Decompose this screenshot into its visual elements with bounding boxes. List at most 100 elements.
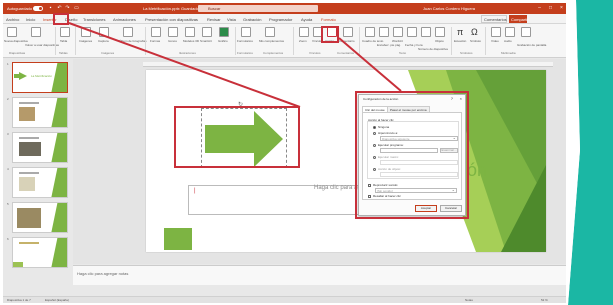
textbox-icon[interactable] bbox=[365, 27, 375, 37]
slide-thumbnail-4[interactable] bbox=[12, 167, 68, 198]
reuse-slides-icon[interactable] bbox=[31, 27, 41, 37]
symbol-icon[interactable]: Ω bbox=[471, 27, 481, 37]
new-slide-icon[interactable] bbox=[7, 27, 17, 37]
photo-album-icon[interactable] bbox=[123, 27, 133, 37]
screenshot-label: Captura bbox=[98, 39, 109, 43]
search-box[interactable]: Buscar bbox=[198, 5, 318, 12]
highlight-arrow-shape bbox=[174, 106, 300, 168]
date-time-icon[interactable] bbox=[407, 27, 417, 37]
symbol-label: Símbolo bbox=[470, 39, 482, 43]
thumb-title bbox=[19, 242, 39, 244]
menu-transiciones[interactable]: Transiciones bbox=[83, 17, 106, 22]
menu-ayuda[interactable]: Ayuda bbox=[301, 17, 312, 22]
forms-label: Formularios bbox=[237, 39, 253, 43]
green-square-shape[interactable] bbox=[164, 228, 192, 250]
group-separator bbox=[145, 27, 146, 55]
menu-revisar[interactable]: Revisar bbox=[207, 17, 221, 22]
menu-presentacion[interactable]: Presentación con diapositivas bbox=[145, 17, 198, 22]
wordart-icon[interactable] bbox=[393, 27, 403, 37]
smartart-icon[interactable] bbox=[202, 27, 212, 37]
icons-label: Iconos bbox=[168, 39, 177, 43]
slide-thumbnail-3[interactable] bbox=[12, 132, 68, 163]
slide-thumbnail-1[interactable]: La Metrificación bbox=[12, 62, 68, 93]
notes-pane[interactable]: Haga clic para agregar notas bbox=[73, 265, 566, 285]
language-status[interactable]: Español (España) bbox=[45, 298, 69, 302]
header-footer-icon[interactable] bbox=[379, 27, 389, 37]
menu-programador[interactable]: Programador bbox=[269, 17, 292, 22]
object-label: Objeto bbox=[435, 39, 444, 43]
group-separator bbox=[359, 27, 360, 55]
screen-recording-icon[interactable] bbox=[521, 27, 531, 37]
green-shape bbox=[51, 168, 67, 197]
teal-decorative-shape bbox=[566, 0, 613, 305]
screenshot-icon[interactable] bbox=[99, 27, 109, 37]
screen-recording-label: Grabación de pantalla bbox=[517, 43, 547, 47]
slide-thumbnail-2[interactable] bbox=[12, 97, 68, 128]
menu-formato[interactable]: Formato bbox=[321, 17, 336, 22]
comments-button[interactable]: Comentarios bbox=[481, 15, 507, 23]
undo-icon[interactable]: ↶ bbox=[56, 5, 63, 12]
text-cursor: | bbox=[194, 188, 196, 194]
slide-canvas: La Metrificación Haga clic para agregar … bbox=[73, 59, 566, 264]
my-addins-label: Mis complementos bbox=[259, 39, 285, 43]
slide-info: Diapositiva 1 de 7 bbox=[7, 298, 31, 302]
zoom-label: Zoom bbox=[299, 39, 307, 43]
arrow-shape bbox=[19, 72, 27, 80]
wordart-label: WordArt bbox=[392, 39, 403, 43]
screenshot-stage: Autoguardado ▪ ↶ ↷ ▭ La Metrificación.pp… bbox=[0, 0, 613, 305]
minimize-icon[interactable]: – bbox=[536, 5, 543, 12]
horizontal-ruler bbox=[143, 62, 553, 67]
save-icon[interactable]: ▪ bbox=[47, 5, 54, 12]
slide-number-icon[interactable] bbox=[421, 27, 431, 37]
object-icon[interactable] bbox=[435, 27, 445, 37]
group-label-comments: Comentarios bbox=[337, 51, 355, 55]
green-shape bbox=[51, 63, 67, 92]
menu-archivo[interactable]: Archivo bbox=[6, 17, 19, 22]
group-label-forms: Formularios bbox=[237, 51, 253, 55]
thumb-number: 6 bbox=[7, 237, 9, 241]
slide-thumbnails-pane: 1 La Metrificación 2 3 4 5 6 bbox=[3, 59, 73, 269]
ribbon-insert: Nueva diapositiva Volver a usar diaposit… bbox=[3, 24, 566, 58]
group-label-addins: Complementos bbox=[263, 51, 284, 55]
forms-icon[interactable] bbox=[241, 27, 251, 37]
group-separator bbox=[293, 27, 294, 55]
audio-icon[interactable] bbox=[505, 27, 515, 37]
3d-models-label: Modelos 3D bbox=[183, 39, 200, 43]
menu-grabacion[interactable]: Grabación bbox=[243, 17, 261, 22]
close-icon[interactable]: × bbox=[558, 5, 565, 12]
notes-toggle[interactable]: Notas bbox=[465, 298, 473, 302]
chart-icon[interactable] bbox=[219, 27, 229, 37]
thumb-title bbox=[19, 102, 39, 104]
status-bar: Diapositiva 1 de 7 Español (España) Nota… bbox=[3, 296, 566, 303]
table-icon[interactable] bbox=[60, 27, 70, 37]
group-separator bbox=[75, 27, 76, 55]
equation-icon[interactable]: π bbox=[457, 27, 467, 37]
autosave-toggle[interactable] bbox=[33, 6, 43, 11]
3d-models-icon[interactable] bbox=[185, 27, 195, 37]
redo-icon[interactable]: ↷ bbox=[64, 5, 71, 12]
comment-icon[interactable] bbox=[343, 27, 353, 37]
slide-thumbnail-6[interactable] bbox=[12, 237, 68, 268]
menu-inicio[interactable]: Inicio bbox=[26, 17, 35, 22]
thumb-image bbox=[19, 177, 35, 191]
green-shape bbox=[51, 203, 67, 232]
shapes-icon[interactable] bbox=[151, 27, 161, 37]
my-addins-icon[interactable] bbox=[265, 27, 275, 37]
icons-icon[interactable] bbox=[168, 27, 178, 37]
maximize-icon[interactable]: □ bbox=[547, 5, 554, 12]
reuse-slides-label: Volver a usar diapositivas bbox=[25, 43, 60, 47]
share-button[interactable]: Compartir bbox=[509, 15, 529, 23]
thumb-number: 4 bbox=[7, 167, 9, 171]
audio-label: Audio bbox=[504, 39, 512, 43]
group-label-media: Multimedia bbox=[501, 51, 516, 55]
zoom-level[interactable]: 52 % bbox=[541, 298, 548, 302]
menu-animaciones[interactable]: Animaciones bbox=[113, 17, 136, 22]
highlight-insert-tab bbox=[53, 13, 69, 25]
images-icon[interactable] bbox=[81, 27, 91, 37]
group-label-links: Vínculos bbox=[309, 51, 321, 55]
menu-vista[interactable]: Vista bbox=[227, 17, 236, 22]
video-icon[interactable] bbox=[491, 27, 501, 37]
present-icon[interactable]: ▭ bbox=[73, 5, 80, 12]
slide-thumbnail-5[interactable] bbox=[12, 202, 68, 233]
zoom-icon[interactable] bbox=[299, 27, 309, 37]
